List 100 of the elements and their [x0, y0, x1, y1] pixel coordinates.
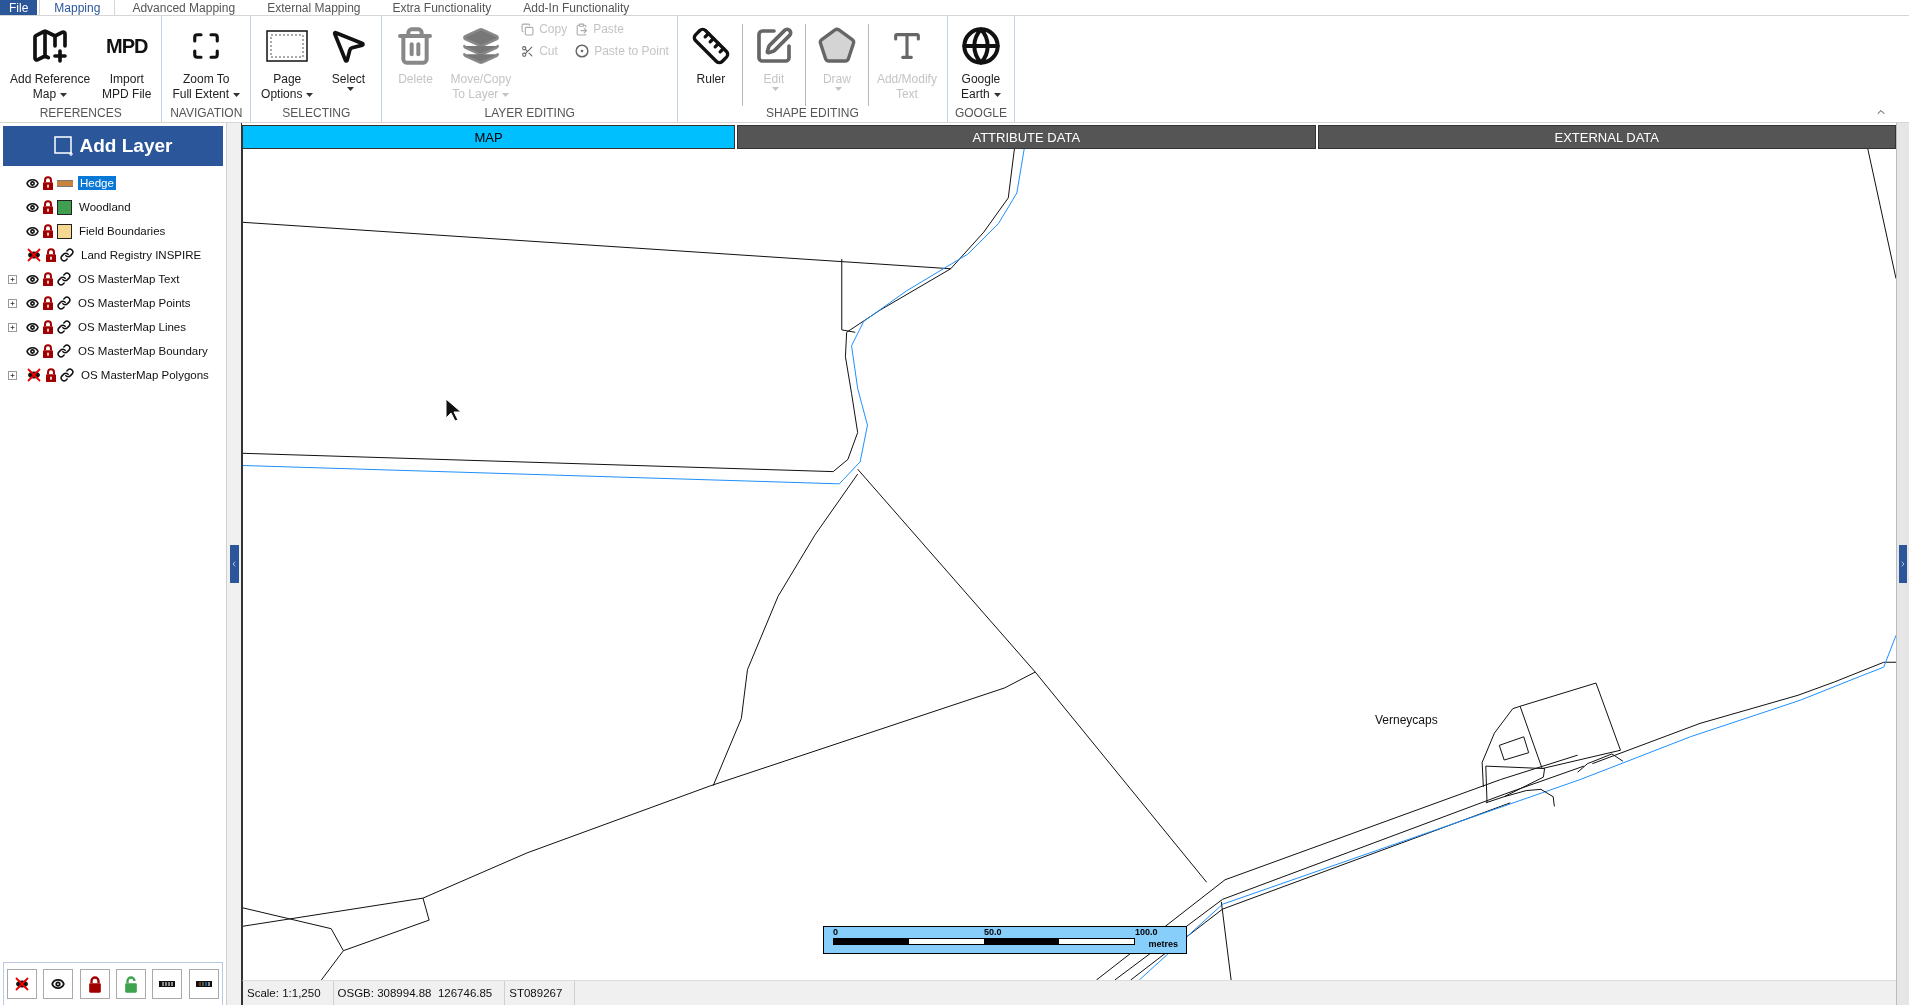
copy-icon	[521, 22, 535, 36]
scale-tick-label: 0	[833, 927, 838, 937]
eye-icon[interactable]	[26, 344, 39, 358]
pentagon-icon	[816, 26, 857, 66]
ribbon-button[interactable]: MPD Import MPD File	[96, 20, 158, 102]
expand-icon[interactable]	[8, 322, 17, 332]
ribbon-button[interactable]: Zoom To Full Extent	[166, 20, 247, 102]
dropdown-caret-icon	[306, 92, 314, 97]
file-menu-tab[interactable]: File	[0, 0, 38, 15]
link-icon	[60, 248, 74, 262]
eye-icon[interactable]	[26, 296, 39, 310]
lock-all-button[interactable]	[79, 969, 110, 999]
layers-icon	[460, 26, 501, 66]
link-icon	[60, 368, 74, 382]
expand-icon[interactable]	[8, 298, 17, 308]
expand-icon	[191, 31, 222, 61]
expand-icon[interactable]	[8, 274, 17, 284]
eye-icon[interactable]	[26, 224, 39, 238]
color-style-button[interactable]	[188, 969, 219, 999]
eye-icon[interactable]	[26, 320, 39, 334]
globe-icon	[960, 26, 1001, 66]
unlock-all-button[interactable]	[116, 969, 147, 999]
dropdown-caret-icon	[60, 92, 68, 97]
layer-name[interactable]: Woodland	[77, 200, 133, 214]
lock-icon[interactable]	[45, 247, 57, 263]
group-label: SHAPE EDITING	[765, 106, 860, 122]
lock-icon[interactable]	[42, 295, 54, 311]
dropdown-caret-icon	[346, 87, 354, 91]
line-style-button[interactable]	[152, 969, 183, 999]
layer-name[interactable]: OS MasterMap Text	[76, 272, 182, 286]
lock-icon	[87, 975, 102, 993]
group-label: GOOGLE	[953, 106, 1008, 122]
dropdown-caret-icon	[233, 92, 241, 97]
status-field: ST089267	[505, 981, 576, 1005]
ribbon-tab[interactable]: Mapping	[39, 0, 116, 15]
ribbon-button[interactable]: Page Options	[255, 20, 320, 102]
eye-icon[interactable]	[26, 176, 39, 190]
group-label: NAVIGATION	[169, 106, 244, 122]
lock-icon[interactable]	[42, 271, 54, 287]
layer-name[interactable]: OS MasterMap Boundary	[76, 344, 210, 358]
hidden-eye-icon	[14, 977, 31, 991]
link-icon	[57, 272, 71, 286]
lock-icon[interactable]	[42, 223, 54, 239]
lock-icon[interactable]	[45, 367, 57, 383]
add-layer-icon	[53, 136, 74, 156]
scissors-icon	[521, 44, 535, 58]
bar-icon	[159, 981, 176, 987]
eye-icon[interactable]	[26, 200, 39, 214]
status-field: OSGB: 308994.88 126746.85	[333, 981, 506, 1005]
ribbon-button[interactable]: Add Reference Map	[4, 20, 97, 102]
link-icon	[57, 344, 71, 358]
layer-name[interactable]: OS MasterMap Points	[76, 296, 193, 310]
hide-all-button[interactable]	[7, 969, 38, 999]
mpd-icon: MPD	[106, 34, 148, 58]
lock-icon[interactable]	[42, 343, 54, 359]
dashed-rectangle-icon	[266, 30, 309, 62]
hidden-eye-icon[interactable]	[26, 248, 42, 262]
view-tab[interactable]: EXTERNAL DATA	[1317, 125, 1896, 149]
hidden-eye-icon[interactable]	[26, 368, 42, 382]
layer-name[interactable]: Land Registry INSPIRE	[79, 248, 204, 262]
eye-icon	[51, 977, 66, 991]
collapse-panel-handle[interactable]	[229, 545, 239, 583]
scale-tick-label: 100.0	[1135, 927, 1158, 937]
status-field: Scale: 1:1,250	[243, 981, 334, 1005]
group-label: REFERENCES	[38, 106, 123, 122]
dropdown-caret-icon	[502, 92, 510, 97]
ribbon-button[interactable]: Select	[319, 20, 378, 91]
group-label: SELECTING	[281, 106, 352, 122]
place-label: Verneycaps	[1375, 713, 1438, 727]
group-label: LAYER EDITING	[483, 106, 576, 122]
dropdown-caret-icon	[835, 87, 843, 91]
layer-name[interactable]: Hedge	[78, 176, 116, 190]
expand-panel-handle[interactable]	[1899, 545, 1907, 583]
dropdown-caret-icon	[772, 87, 780, 91]
add-layer-button[interactable]: Add Layer	[3, 126, 223, 166]
view-tab[interactable]: MAP	[242, 125, 735, 149]
ribbon-button[interactable]: Ruler	[681, 20, 740, 87]
layer-name[interactable]: OS MasterMap Polygons	[79, 368, 211, 382]
unlock-icon	[124, 975, 139, 993]
dropdown-caret-icon	[993, 92, 1001, 97]
ruler-icon	[690, 26, 731, 66]
layer-name[interactable]: OS MasterMap Lines	[76, 320, 188, 334]
eye-icon[interactable]	[26, 272, 39, 286]
link-icon	[57, 320, 71, 334]
colored-bar-icon	[195, 981, 212, 987]
layer-name[interactable]: Field Boundaries	[77, 224, 168, 238]
paste-icon	[575, 22, 589, 36]
add-layer-label: Add Layer	[79, 135, 173, 157]
expand-icon[interactable]	[8, 370, 17, 380]
ribbon-button[interactable]: Google Earth	[951, 20, 1010, 102]
lock-icon[interactable]	[42, 175, 54, 191]
view-tab[interactable]: ATTRIBUTE DATA	[737, 125, 1316, 149]
scale-tick-label: 50.0	[984, 927, 1002, 937]
scale-unit: metres	[1148, 939, 1178, 949]
lock-icon[interactable]	[42, 199, 54, 215]
map-canvas[interactable]: Verneycaps 0 50.0 100.0 metres	[242, 149, 1896, 980]
mouse-cursor-icon	[445, 398, 461, 422]
show-all-button[interactable]	[43, 969, 74, 999]
target-icon	[575, 44, 590, 58]
lock-icon[interactable]	[42, 319, 54, 335]
